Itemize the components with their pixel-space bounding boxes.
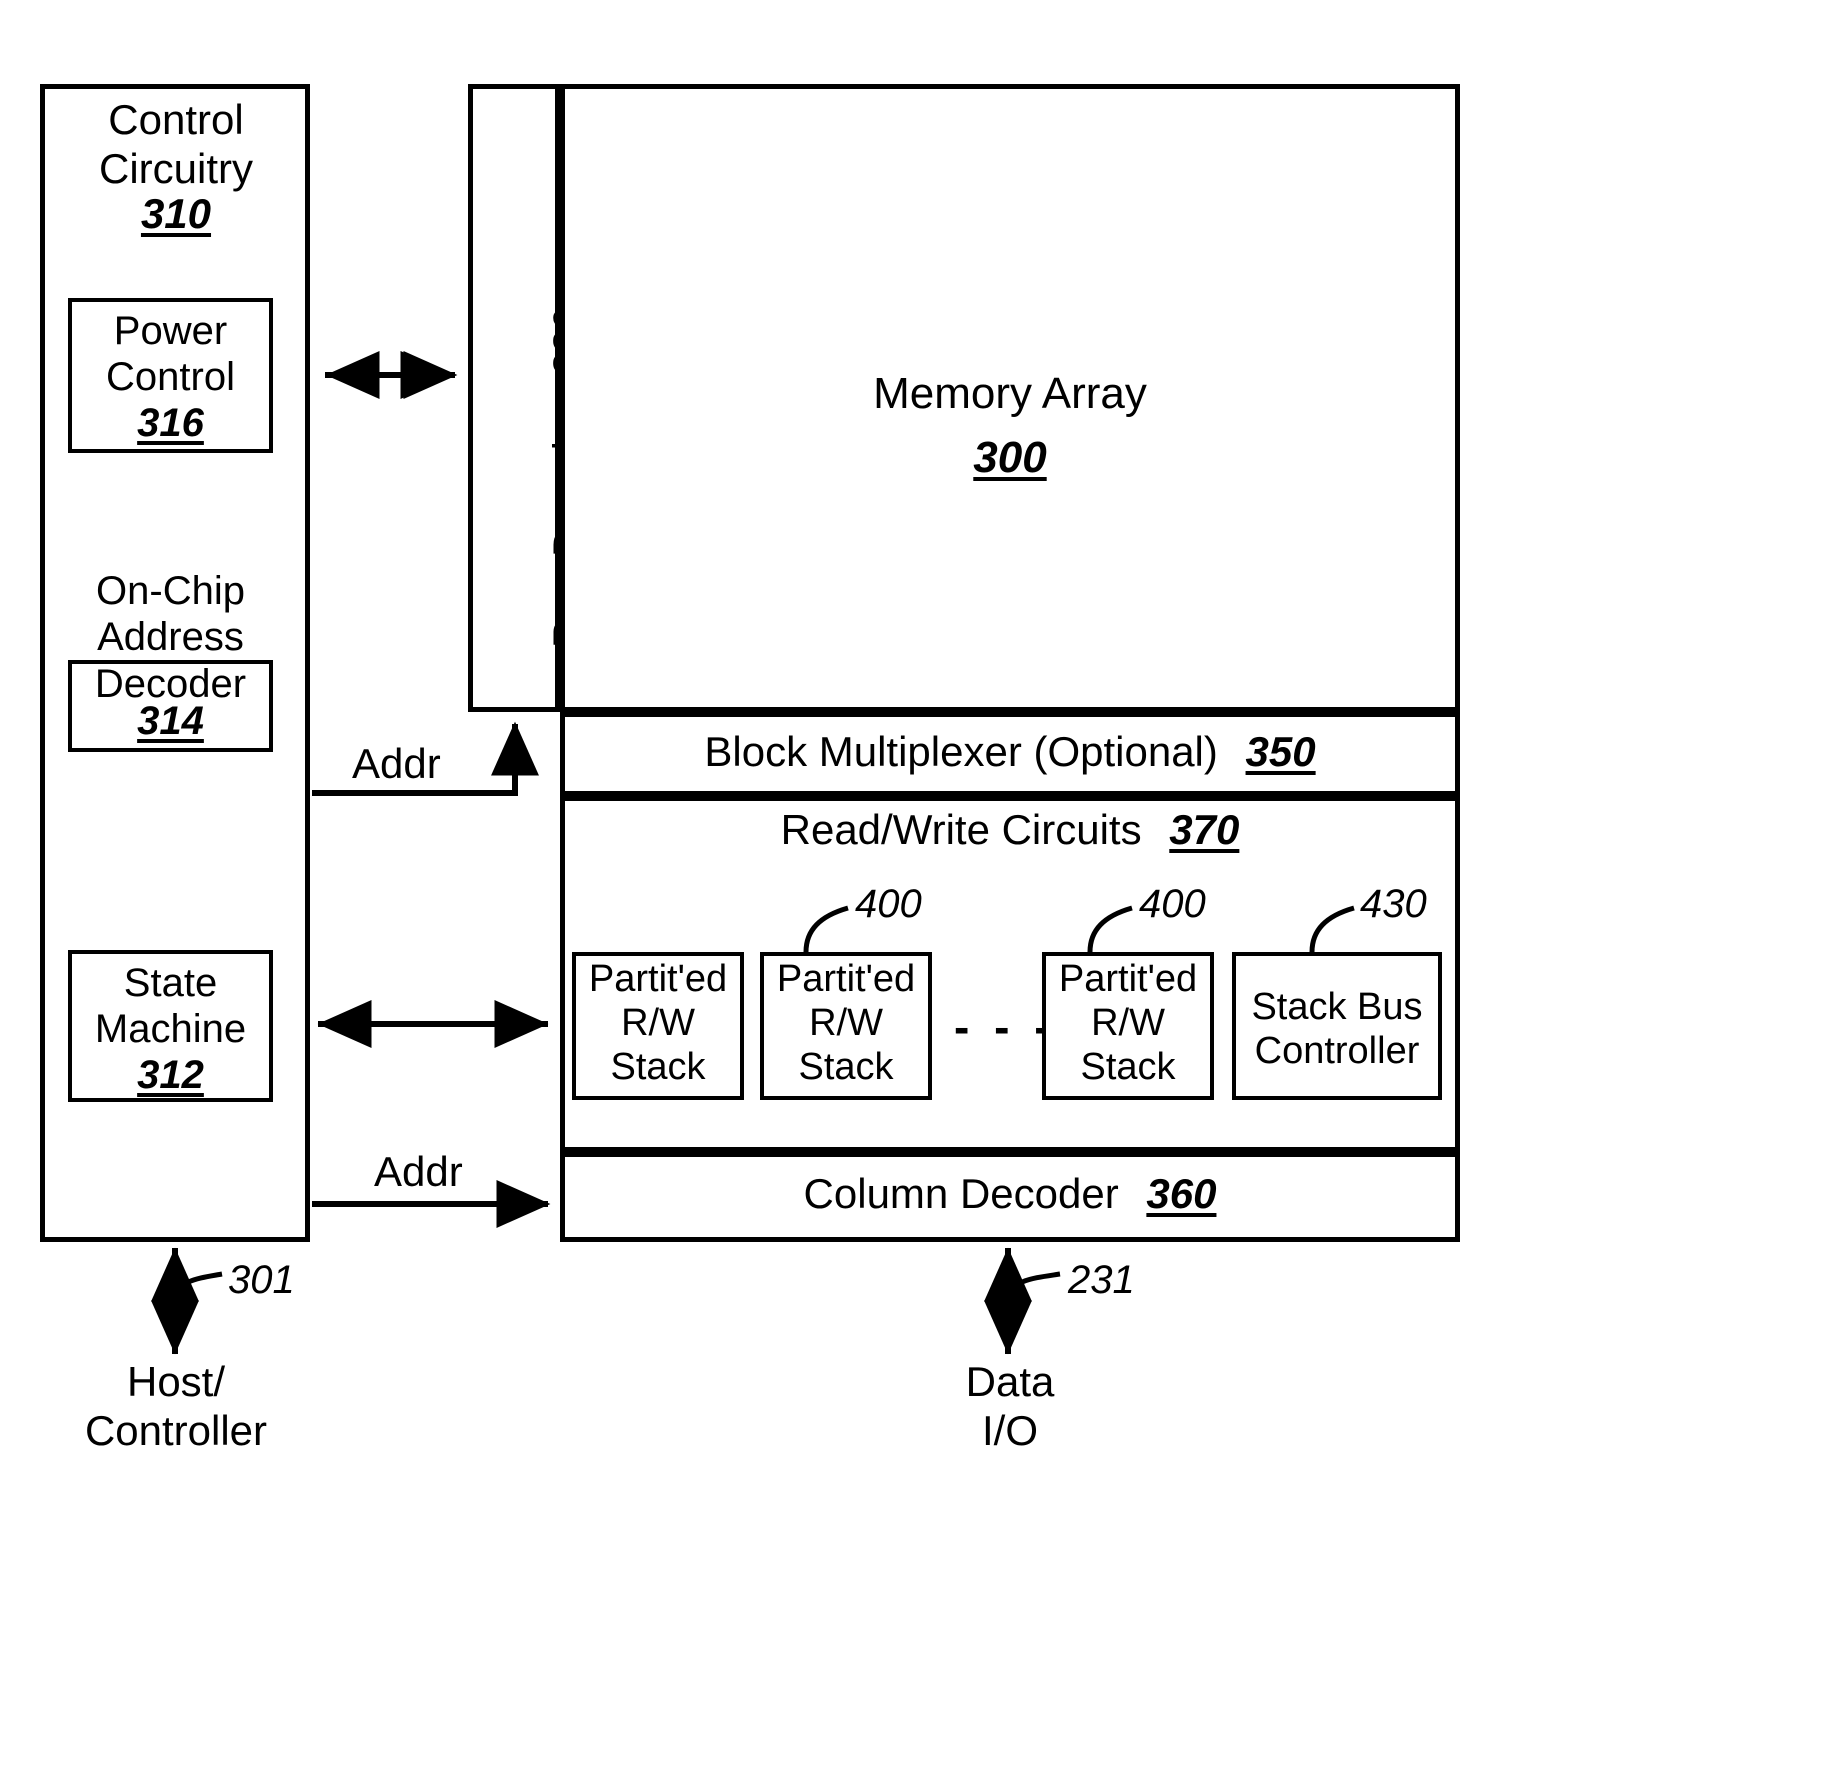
power-control-ref: 316 [137, 401, 204, 445]
read-write-circuits-title: Read/Write Circuits [780, 806, 1142, 853]
state-machine-title: State Machine [94, 961, 247, 1052]
stack-bus-controller-title: Stack Bus Controller [1251, 986, 1423, 1073]
partitioned-rw-stack-3-title: Partit'ed R/W Stack [1058, 958, 1198, 1089]
memory-array-title: Memory Array [873, 369, 1147, 418]
read-write-circuits-ref: 370 [1169, 806, 1240, 853]
partitioned-rw-stack-2-title: Partit'ed R/W Stack [776, 958, 916, 1089]
memory-array-ref: 300 [973, 433, 1047, 482]
patent-figure-canvas: Control Circuitry 310 Power Control 316 … [0, 0, 1844, 1785]
control-circuitry-ref: 310 [140, 190, 212, 237]
block-multiplexer-ref: 350 [1245, 728, 1316, 775]
addr-label-bottom: Addr [374, 1148, 463, 1195]
control-circuitry-title: Control Circuitry [99, 96, 253, 192]
read-write-circuits-label: Read/Write Circuits 370 [560, 806, 1460, 854]
stack-bus-controller-ref: 430 [1360, 882, 1427, 926]
rw-stack-2-ref: 400 [1139, 882, 1206, 926]
host-controller-ref: 301 [228, 1258, 295, 1302]
callout-leader-231 [1006, 1271, 1061, 1301]
state-machine-ref: 312 [137, 1053, 204, 1097]
partitioned-rw-stack-1-title: Partit'ed R/W Stack [588, 958, 728, 1089]
data-io-label: Data I/O [965, 1358, 1055, 1454]
addr-label-top: Addr [352, 740, 441, 787]
host-controller-label: Host/ Controller [84, 1358, 268, 1454]
callout-leader-301 [173, 1271, 223, 1301]
rw-stack-ellipsis: - - - [954, 1001, 1056, 1053]
on-chip-address-decoder-ref: 314 [137, 699, 204, 743]
column-decoder-title: Column Decoder [803, 1170, 1119, 1217]
power-control-title: Power Control [106, 309, 235, 400]
column-decoder-ref: 360 [1146, 1170, 1217, 1217]
rw-stack-1-ref: 400 [855, 882, 922, 926]
block-multiplexer-title: Block Multiplexer (Optional) [704, 728, 1218, 775]
on-chip-address-decoder-title: On-Chip Address Decoder [94, 569, 247, 706]
block-multiplexer-label: Block Multiplexer (Optional) 350 [560, 728, 1460, 776]
column-decoder-label: Column Decoder 360 [560, 1170, 1460, 1218]
data-io-ref: 231 [1068, 1258, 1135, 1302]
